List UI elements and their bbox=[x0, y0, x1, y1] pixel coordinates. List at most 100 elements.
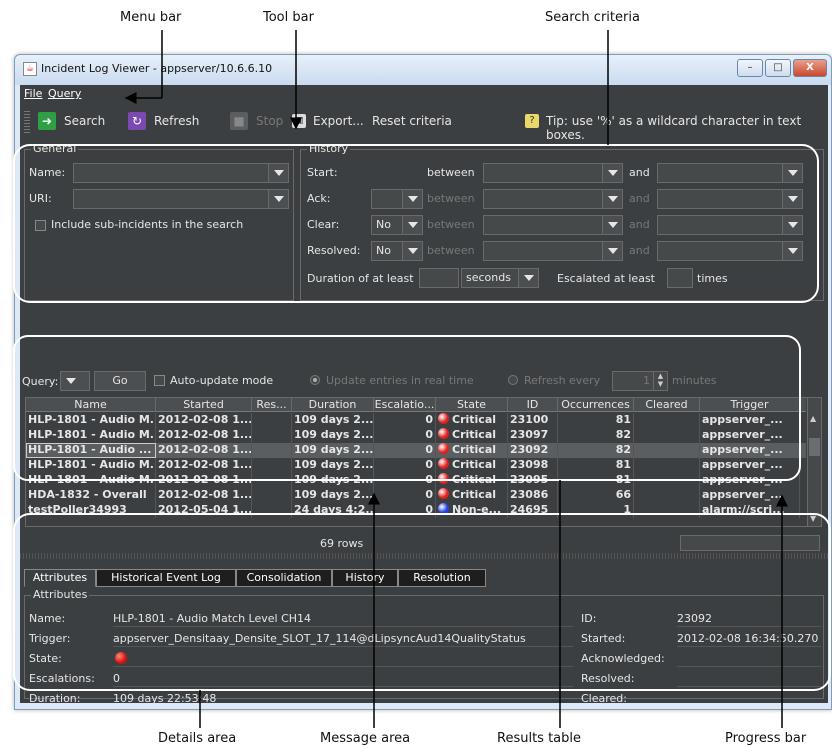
reset-criteria-button[interactable]: Reset criteria bbox=[372, 114, 452, 128]
clear-value: No bbox=[376, 218, 391, 231]
start-to-combo[interactable] bbox=[657, 163, 803, 183]
tab-attributes[interactable]: Attributes bbox=[24, 569, 96, 587]
column-header-esc[interactable]: Escalatio... bbox=[374, 398, 436, 412]
column-header-id[interactable]: ID bbox=[508, 398, 558, 412]
column-header-res[interactable]: Res... bbox=[252, 398, 292, 412]
minimize-button[interactable]: – bbox=[737, 59, 763, 77]
tab-consolidation[interactable]: Consolidation bbox=[236, 569, 332, 587]
table-row[interactable]: HLP-1801 - Audio ... 2012-02-08 1... 109 d… bbox=[26, 443, 806, 458]
vertical-scrollbar[interactable]: ▲ ▼ bbox=[807, 398, 821, 526]
menu-query[interactable]: Query bbox=[48, 87, 81, 100]
tab-history[interactable]: History bbox=[332, 569, 398, 587]
chevron-down-icon[interactable] bbox=[61, 372, 89, 390]
export-button[interactable]: Export... bbox=[313, 114, 364, 128]
table-row[interactable]: HLP-1801 - Audio M... 2012-02-08 1... 109 … bbox=[26, 428, 806, 443]
column-header-occ[interactable]: Occurrences bbox=[558, 398, 634, 412]
tab-resolution[interactable]: Resolution bbox=[398, 569, 486, 587]
critical-state-icon bbox=[438, 443, 449, 454]
chevron-down-icon[interactable] bbox=[782, 164, 802, 182]
title-bar[interactable]: ☕ Incident Log Viewer - appserver/10.6.6… bbox=[15, 55, 831, 85]
auto-update-checkbox[interactable] bbox=[154, 375, 165, 386]
column-header-started[interactable]: Started bbox=[156, 398, 252, 412]
close-button[interactable]: X bbox=[793, 59, 827, 77]
cell-duration: 24 days 4:2... bbox=[294, 503, 374, 518]
clear-combo[interactable]: No bbox=[371, 215, 423, 235]
table-header: Name Started Res... Duration Escalatio... Sta… bbox=[26, 398, 806, 412]
cell-duration: 109 days 2... bbox=[294, 428, 374, 443]
uri-combo[interactable] bbox=[73, 189, 289, 209]
toolbar-grip[interactable] bbox=[24, 111, 30, 133]
column-header-state[interactable]: State bbox=[436, 398, 508, 412]
message-area: 69 rows bbox=[320, 537, 364, 550]
column-header-duration[interactable]: Duration bbox=[292, 398, 374, 412]
chevron-down-icon[interactable] bbox=[602, 164, 622, 182]
menu-file[interactable]: File bbox=[24, 87, 42, 100]
column-header-cleared[interactable]: Cleared bbox=[634, 398, 700, 412]
scroll-thumb[interactable] bbox=[809, 438, 820, 456]
table-row[interactable]: HLP-1801 - Audio M... 2012-02-08 1... 109 … bbox=[26, 473, 806, 488]
floppy-disk-icon[interactable]: ▣ bbox=[292, 114, 306, 128]
split-divider[interactable] bbox=[20, 553, 828, 559]
scroll-up-icon[interactable]: ▲ bbox=[810, 414, 816, 423]
spinner-arrows-icon: ▲ ▼ bbox=[653, 372, 667, 390]
duration-input[interactable] bbox=[419, 268, 459, 288]
detail-duration-value: 109 days 22:53:48 bbox=[113, 692, 217, 703]
chevron-down-icon[interactable] bbox=[402, 242, 422, 260]
escalated-input[interactable] bbox=[667, 268, 693, 288]
cell-cleared bbox=[634, 413, 700, 428]
divider bbox=[677, 666, 821, 667]
maximize-button[interactable]: □ bbox=[765, 59, 791, 77]
duration-unit-combo[interactable]: seconds bbox=[461, 268, 539, 288]
column-header-name[interactable]: Name bbox=[26, 398, 156, 412]
cell-id: 23097 bbox=[508, 428, 558, 443]
clear-and-label: and bbox=[629, 218, 650, 231]
table-row[interactable]: HDA-1832 - Overall 2012-02-08 1... 109 day… bbox=[26, 488, 806, 503]
query-combo[interactable] bbox=[60, 371, 90, 391]
start-from-combo[interactable] bbox=[483, 163, 623, 183]
divider bbox=[677, 686, 821, 687]
chevron-down-icon[interactable] bbox=[402, 216, 422, 234]
table-row[interactable]: testPoller34993 2012-05-04 1... 24 days 4:… bbox=[26, 503, 806, 518]
chevron-down-icon[interactable] bbox=[268, 190, 288, 208]
tip-text: Tip: use '%' as a wildcard character in … bbox=[546, 114, 802, 142]
cell-esc: 0 bbox=[374, 488, 436, 503]
chevron-down-icon[interactable] bbox=[268, 164, 288, 182]
cell-state: Non-e... bbox=[436, 503, 508, 518]
name-label: Name: bbox=[29, 166, 66, 179]
tab-historical-event-log[interactable]: Historical Event Log bbox=[96, 569, 236, 587]
help-icon: ? bbox=[525, 114, 539, 128]
go-button[interactable]: Go bbox=[94, 371, 146, 391]
scroll-down-icon[interactable]: ▼ bbox=[810, 514, 816, 523]
table-row[interactable]: HLP-1801 - Audio M... 2012-02-08 1... 109 … bbox=[26, 458, 806, 473]
search-icon[interactable]: ➜ bbox=[38, 112, 56, 130]
refresh-icon[interactable]: ↻ bbox=[128, 112, 146, 130]
cell-name: HLP-1801 - Audio M... bbox=[28, 473, 156, 488]
cell-occ: 82 bbox=[558, 428, 634, 443]
chevron-down-icon[interactable] bbox=[402, 190, 422, 208]
divider bbox=[113, 626, 573, 627]
cell-name: HDA-1832 - Overall bbox=[26, 488, 156, 503]
app-body: File Query ➜ Search ↻ Refresh ■ Stop ▣ E… bbox=[20, 85, 828, 703]
cell-cleared bbox=[634, 458, 700, 473]
progress-bar bbox=[680, 535, 820, 551]
cell-esc: 0 bbox=[374, 443, 436, 458]
name-combo[interactable] bbox=[73, 163, 289, 183]
stop-button: Stop bbox=[256, 114, 284, 128]
ack-combo[interactable] bbox=[371, 189, 423, 209]
chevron-down-icon[interactable] bbox=[518, 269, 538, 287]
detail-state-label: State: bbox=[29, 652, 62, 665]
state-critical-icon bbox=[115, 652, 127, 664]
table-row[interactable]: HLP-1801 - Audio M... 2012-02-08 1... 109 … bbox=[26, 413, 806, 428]
cell-esc: 0 bbox=[374, 503, 436, 518]
divider bbox=[113, 666, 573, 667]
include-sub-incidents-checkbox[interactable] bbox=[35, 220, 46, 231]
chevron-down-icon bbox=[602, 190, 622, 208]
start-label: Start: bbox=[307, 166, 338, 179]
cell-name: HLP-1801 - Audio M... bbox=[28, 428, 156, 443]
refresh-button[interactable]: Refresh bbox=[154, 114, 199, 128]
resolved-combo[interactable]: No bbox=[371, 241, 423, 261]
search-button[interactable]: Search bbox=[64, 114, 105, 128]
column-header-trigger[interactable]: Trigger bbox=[700, 398, 800, 412]
cell-duration: 109 days 2... bbox=[294, 413, 374, 428]
detail-id-label: ID: bbox=[581, 612, 597, 625]
